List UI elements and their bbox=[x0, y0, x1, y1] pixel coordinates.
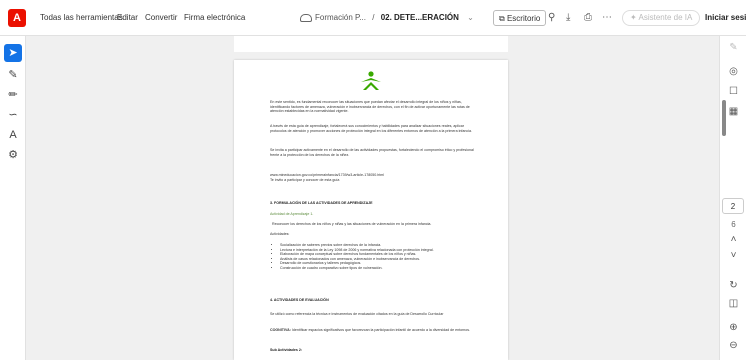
desktop-label: Escritorio bbox=[506, 14, 541, 23]
left-tool-rail: ➤ ✎ ✏ ∽ A ⚙ bbox=[0, 36, 26, 360]
menu-all-tools[interactable]: Todas las herramientas bbox=[40, 0, 123, 36]
search-icon[interactable]: ⚲ bbox=[548, 12, 555, 24]
previous-page-bottom bbox=[234, 36, 508, 52]
sena-logo-icon bbox=[361, 71, 381, 90]
page-down-icon[interactable]: ˅ bbox=[720, 250, 746, 261]
bookmark-icon[interactable]: ☐ bbox=[720, 86, 746, 97]
text-tool-icon[interactable]: A bbox=[4, 126, 22, 144]
intro-paragraph-2: A través de esta guía de aprendizaje, fo… bbox=[270, 124, 472, 133]
activities-list: Socialización de saberes previos sobre d… bbox=[270, 243, 476, 271]
section-4-heading: 4. ACTIVIDADES DE EVALUACIÓN bbox=[270, 298, 329, 302]
section-3-heading: 3. FORMULACIÓN DE LAS ACTIVIDADES DE APR… bbox=[270, 201, 373, 205]
open-desktop-icon: ⧉ bbox=[499, 14, 505, 23]
reference-note: Te invito a participar y conocer de esta… bbox=[270, 178, 340, 182]
menu-e-sign[interactable]: Firma electrónica bbox=[184, 0, 245, 36]
page-total: 6 bbox=[731, 220, 736, 229]
activity-description: Reconocer los derechos de los niños y ni… bbox=[272, 222, 432, 226]
comments-panel-icon[interactable]: ◎ bbox=[720, 66, 746, 77]
refresh-icon[interactable]: ↻ bbox=[720, 280, 746, 291]
breadcrumb: Formación P... / 02. DETE...ERACIÓN ⌄ bbox=[300, 0, 474, 36]
intro-paragraph-3: Se invita a participar activamente en el… bbox=[270, 148, 474, 157]
more-options-icon[interactable]: ⋯ bbox=[602, 12, 612, 24]
right-panel-rail: ✎ ◎ ☐ ▦ 2 6 ˄ ˅ ↻ ◫ ⊕ ⊖ bbox=[719, 36, 746, 360]
ai-sparkle-icon: ✦ bbox=[630, 13, 637, 22]
sign-in-button[interactable]: Iniciar sesión bbox=[705, 0, 746, 36]
download-icon[interactable]: ⤓ bbox=[566, 12, 570, 24]
breadcrumb-separator: / bbox=[372, 13, 375, 22]
activities-label: Actividades: bbox=[270, 232, 290, 236]
cognitive-paragraph: COGNITIVA: Identificar espacios signific… bbox=[270, 328, 476, 333]
comment-tool-icon[interactable]: ✎ bbox=[4, 66, 22, 84]
cognitive-label: COGNITIVA: bbox=[270, 328, 291, 332]
reference-link[interactable]: www.mineducacion.gov.co/primerainfancia/… bbox=[270, 173, 476, 178]
ai-assistant-label: Asistente de IA bbox=[638, 13, 693, 22]
cloud-icon bbox=[300, 13, 312, 22]
cognitive-text: Identificar espacios significativos que … bbox=[291, 328, 471, 332]
page-number-input[interactable]: 2 bbox=[722, 198, 744, 214]
chevron-down-icon[interactable]: ⌄ bbox=[467, 13, 474, 22]
page-up-icon[interactable]: ˄ bbox=[720, 234, 746, 245]
list-item: Construcción de cuadro comparativo sobre… bbox=[280, 266, 476, 271]
acrobat-logo-icon[interactable]: A bbox=[8, 9, 26, 27]
menu-edit[interactable]: Editar bbox=[117, 0, 138, 36]
desktop-button[interactable]: ⧉ Escritorio bbox=[493, 10, 547, 26]
highlight-tool-icon[interactable]: ✏ bbox=[4, 86, 22, 104]
evaluation-text: Se utilizó como referencia la técnica e … bbox=[270, 312, 444, 316]
draw-tool-icon[interactable]: ∽ bbox=[4, 106, 22, 124]
breadcrumb-folder[interactable]: Formación P... bbox=[315, 13, 366, 22]
vertical-scrollbar[interactable] bbox=[722, 100, 726, 136]
top-toolbar: A Todas las herramientas Editar Converti… bbox=[0, 0, 746, 36]
breadcrumb-file[interactable]: 02. DETE...ERACIÓN bbox=[381, 13, 459, 22]
intro-paragraph-1: En este sentido, es fundamental reconoce… bbox=[270, 100, 470, 114]
stamp-tool-icon[interactable]: ⚙ bbox=[4, 146, 22, 164]
page-fit-icon[interactable]: ◫ bbox=[720, 298, 746, 309]
document-page: En este sentido, es fundamental reconoce… bbox=[234, 60, 508, 360]
edit-pdf-icon[interactable]: ✎ bbox=[720, 42, 746, 53]
zoom-out-icon[interactable]: ⊖ bbox=[720, 340, 746, 351]
sub-activities-label: Sub Actividades 2: bbox=[270, 348, 303, 352]
activity-title: Actividad de Aprendizaje 1. bbox=[270, 212, 314, 216]
zoom-in-icon[interactable]: ⊕ bbox=[720, 322, 746, 333]
ai-assistant-button[interactable]: ✦ Asistente de IA bbox=[622, 10, 701, 26]
print-icon[interactable]: ⎙ bbox=[584, 12, 592, 24]
menu-convert[interactable]: Convertir bbox=[145, 0, 177, 36]
select-tool-icon[interactable]: ➤ bbox=[4, 44, 22, 62]
